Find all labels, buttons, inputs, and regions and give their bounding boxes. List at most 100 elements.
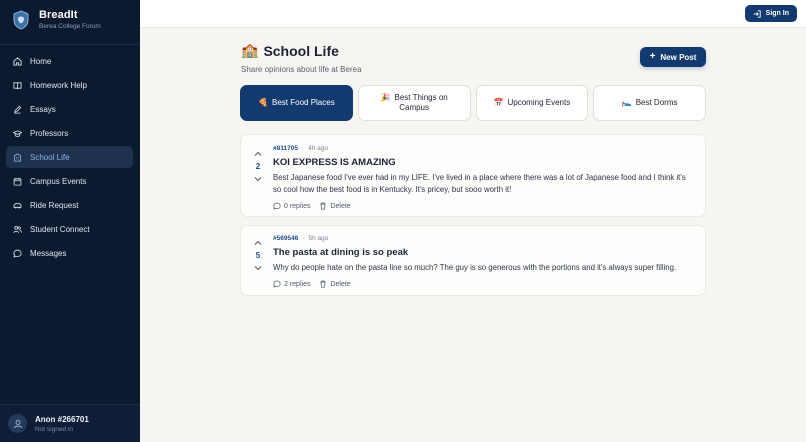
delete-label: Delete (330, 202, 351, 210)
message-icon (13, 249, 22, 258)
post-id: #569546 (273, 235, 299, 242)
school-emoji-icon: 🏫 (241, 42, 259, 58)
sidebar-item-label: School Life (30, 152, 70, 162)
plus-icon: + (649, 51, 656, 62)
tab-label: Best Things on Campus (394, 92, 448, 112)
sidebar-item-label: Essays (30, 104, 56, 114)
vote-control: 5 (252, 238, 264, 273)
replies-button[interactable]: 0 replies (273, 202, 310, 210)
tab-best-food-places[interactable]: 🍕 Best Food Places (240, 85, 353, 121)
trash-icon (320, 280, 327, 288)
pizza-icon: 🍕 (258, 97, 268, 107)
post-body: #569546 · 5h ago The pasta at dining is … (273, 235, 695, 288)
sidebar-item-label: Professors (30, 128, 69, 138)
page-title: 🏫 School Life (241, 42, 362, 59)
home-icon (13, 56, 22, 66)
page-title-text: School Life (263, 42, 339, 59)
user-icon (13, 419, 22, 428)
replies-button[interactable]: 2 replies (273, 280, 310, 288)
sidebar-item-label: Home (30, 56, 52, 66)
new-post-label: New Post (660, 52, 697, 62)
delete-label: Delete (330, 280, 351, 288)
page-header: 🏫 School Life Share opinions about life … (241, 42, 362, 74)
sidebar: BreadIt Berea College Forum Home Homewor… (0, 0, 140, 442)
book-icon (13, 81, 22, 89)
tab-label: Best Dorms (635, 97, 678, 107)
category-tabs: 🍕 Best Food Places 🎉 Best Things on Campus… (240, 85, 706, 121)
replies-label: 2 replies (284, 280, 311, 288)
tab-label: Best Food Places (272, 97, 335, 107)
replies-label: 0 replies (284, 202, 311, 210)
sidebar-item-essays[interactable]: Essays (6, 98, 133, 120)
post-card[interactable]: 5 #569546 · 5h ago The pasta at dining i… (240, 225, 706, 296)
comment-icon (273, 280, 281, 288)
sidebar-divider (0, 44, 140, 45)
post-actions: 0 replies Delete (273, 202, 695, 210)
tab-upcoming-events[interactable]: 📅 Upcoming Events (475, 85, 589, 121)
brand-name: BreadIt (39, 9, 78, 21)
user-panel[interactable]: Anon #266701 Not signed in (0, 404, 140, 442)
sidebar-nav: Home Homework Help Essays Professors Sch… (6, 50, 133, 267)
post-time: 5h ago (308, 235, 329, 242)
calendar-emoji-icon: 📅 (493, 97, 504, 107)
sidebar-item-school-life[interactable]: School Life (6, 146, 133, 169)
vote-count: 5 (255, 251, 261, 260)
meta-separator: · (302, 235, 305, 242)
sidebar-item-label: Campus Events (30, 176, 87, 186)
post-meta: #811705 · 4h ago (273, 145, 695, 152)
sidebar-item-campus-events[interactable]: Campus Events (6, 170, 133, 192)
post-meta: #569546 · 5h ago (273, 235, 695, 242)
sidebar-item-label: Student Connect (30, 225, 90, 235)
post-title[interactable]: KOI EXPRESS IS AMAZING (273, 157, 695, 168)
sidebar-item-ride-request[interactable]: Ride Request (6, 195, 133, 217)
top-bar: Sign In (140, 0, 806, 28)
page-subtitle: Share opinions about life at Berea (241, 65, 362, 74)
user-status: Not signed in (35, 425, 73, 433)
post-time: 4h ago (308, 145, 329, 152)
delete-button[interactable]: Delete (319, 280, 351, 288)
sidebar-item-label: Ride Request (30, 201, 79, 211)
comment-icon (273, 202, 281, 210)
calendar-icon (13, 177, 22, 186)
vote-control: 2 (252, 149, 264, 184)
sidebar-item-professors[interactable]: Professors (6, 122, 133, 144)
post-id: #811705 (273, 145, 298, 152)
sidebar-item-label: Messages (30, 249, 67, 259)
meta-separator: · (301, 145, 305, 152)
downvote-icon[interactable] (253, 263, 263, 273)
new-post-button[interactable]: + New Post (640, 47, 706, 67)
delete-button[interactable]: Delete (319, 202, 351, 210)
users-icon (13, 226, 22, 234)
avatar (8, 414, 27, 433)
post-card[interactable]: 2 #811705 · 4h ago KOI EXPRESS IS AMAZIN… (240, 134, 706, 217)
sidebar-item-label: Homework Help (30, 80, 87, 90)
trash-icon (320, 202, 327, 210)
bed-icon: 🛌 (621, 97, 632, 107)
building-icon (13, 153, 22, 162)
tab-best-things-on-campus[interactable]: 🎉 Best Things on Campus (357, 85, 471, 121)
sidebar-item-home[interactable]: Home (6, 50, 133, 72)
upvote-icon[interactable] (253, 238, 263, 248)
post-text: Best Japanese food I've ever had in my L… (273, 173, 686, 195)
upvote-icon[interactable] (253, 149, 263, 159)
downvote-icon[interactable] (253, 174, 263, 184)
post-body: #811705 · 4h ago KOI EXPRESS IS AMAZING … (273, 145, 695, 210)
party-icon: 🎉 (380, 92, 391, 102)
graduation-cap-icon (13, 130, 22, 137)
post-text: Why do people hate on the pasta line so … (273, 263, 677, 272)
car-icon (13, 203, 22, 209)
brand-subtitle: Berea College Forum (39, 23, 101, 30)
shield-logo-icon (13, 9, 29, 30)
sign-in-button[interactable]: Sign In (744, 5, 797, 22)
sidebar-item-homework-help[interactable]: Homework Help (6, 74, 133, 96)
sign-in-label: Sign In (765, 10, 789, 17)
tab-best-dorms[interactable]: 🛌 Best Dorms (593, 85, 706, 121)
sign-in-icon (753, 9, 761, 18)
pen-icon (14, 105, 22, 114)
vote-count: 2 (255, 162, 261, 171)
sidebar-item-student-connect[interactable]: Student Connect (6, 219, 133, 241)
brand[interactable]: BreadIt Berea College Forum (12, 9, 101, 30)
sidebar-item-messages[interactable]: Messages (6, 243, 133, 265)
post-title[interactable]: The pasta at dining is so peak (273, 247, 695, 258)
user-name: Anon #266701 (35, 414, 89, 424)
